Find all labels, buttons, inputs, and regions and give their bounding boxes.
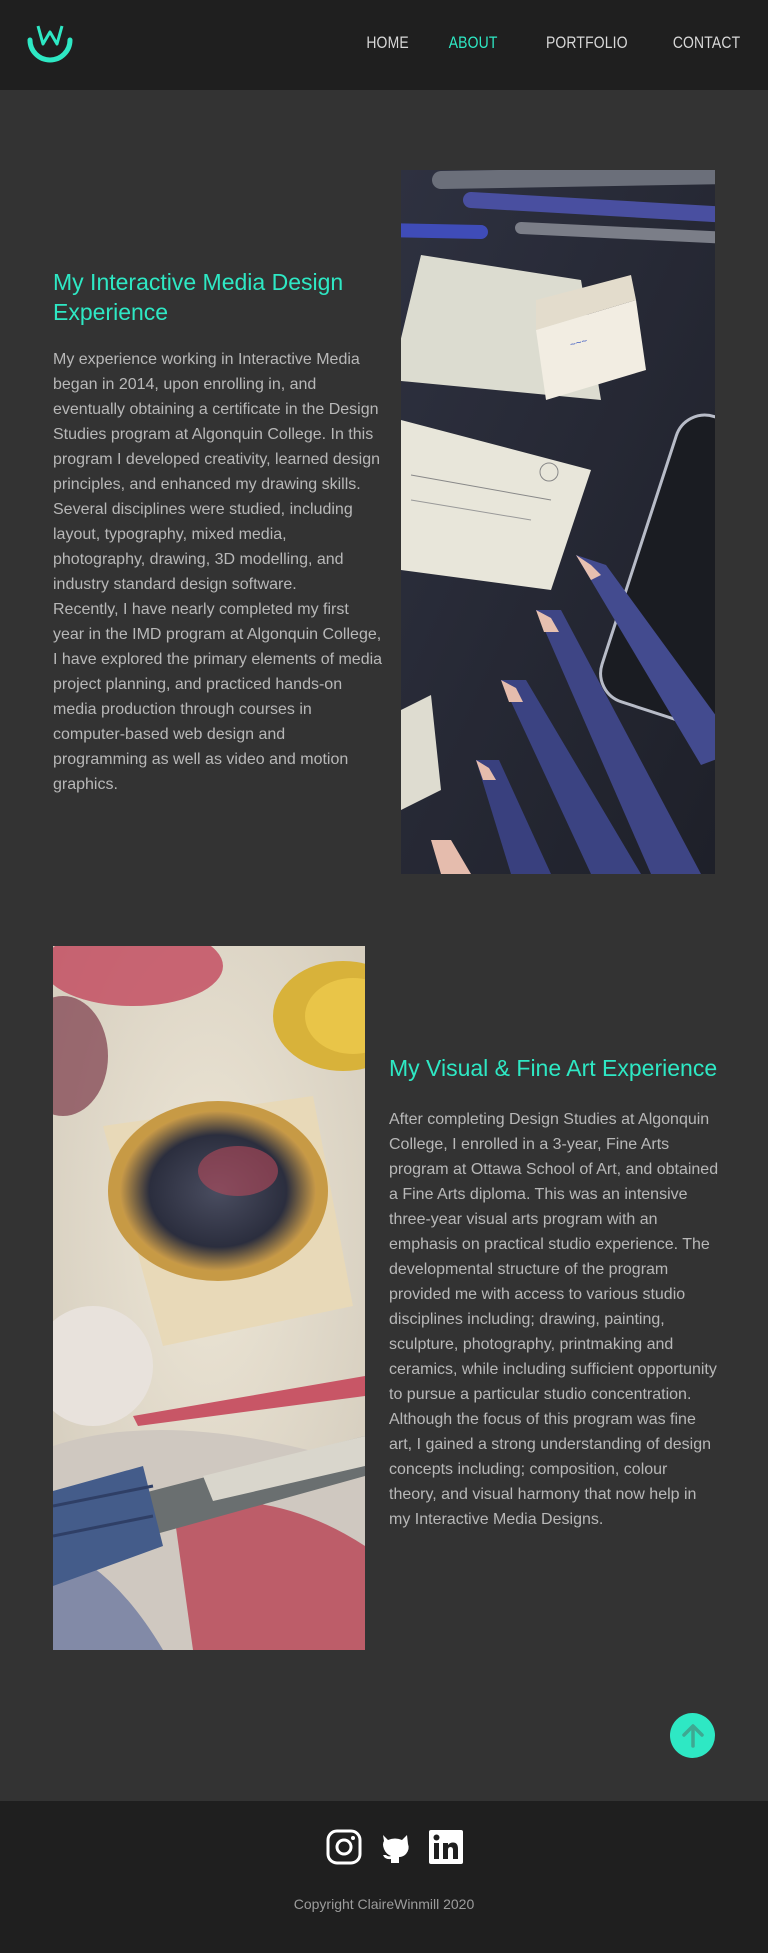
instagram-icon[interactable]	[326, 1829, 362, 1865]
social-links	[326, 1829, 464, 1865]
nav-contact[interactable]: CONTACT	[673, 33, 740, 53]
imd-paragraph-1: My experience working in Interactive Med…	[53, 351, 380, 593]
imd-heading: My Interactive Media Design Experience	[53, 269, 344, 325]
logo-icon[interactable]	[26, 22, 74, 68]
fine-art-heading: My Visual & Fine Art Experience	[389, 1055, 718, 1081]
paint-palette-photo	[53, 946, 365, 1650]
imd-paragraph-2: Recently, I have nearly completed my fir…	[53, 601, 383, 793]
site-footer: Copyright ClaireWinmill 2020	[0, 1801, 768, 1953]
github-icon[interactable]	[377, 1829, 413, 1865]
imd-experience-text: My Interactive Media Design Experience M…	[53, 267, 383, 797]
nav-home[interactable]: HOME	[366, 33, 408, 53]
fine-art-paragraph: After completing Design Studies at Algon…	[389, 1111, 719, 1528]
copyright-text: Copyright ClaireWinmill 2020	[293, 1896, 475, 1912]
pencils-photo: ~~~	[401, 170, 715, 874]
linkedin-icon[interactable]	[428, 1829, 464, 1865]
back-to-top-button[interactable]	[670, 1713, 715, 1758]
nav-portfolio[interactable]: PORTFOLIO	[546, 33, 628, 53]
site-header: HOME ABOUT PORTFOLIO CONTACT	[0, 0, 768, 90]
nav-about[interactable]: ABOUT	[449, 33, 498, 53]
main-nav: HOME ABOUT PORTFOLIO CONTACT	[357, 33, 740, 53]
arrow-up-icon	[681, 1723, 704, 1748]
fine-art-experience-text: My Visual & Fine Art Experience After co…	[389, 1053, 719, 1532]
